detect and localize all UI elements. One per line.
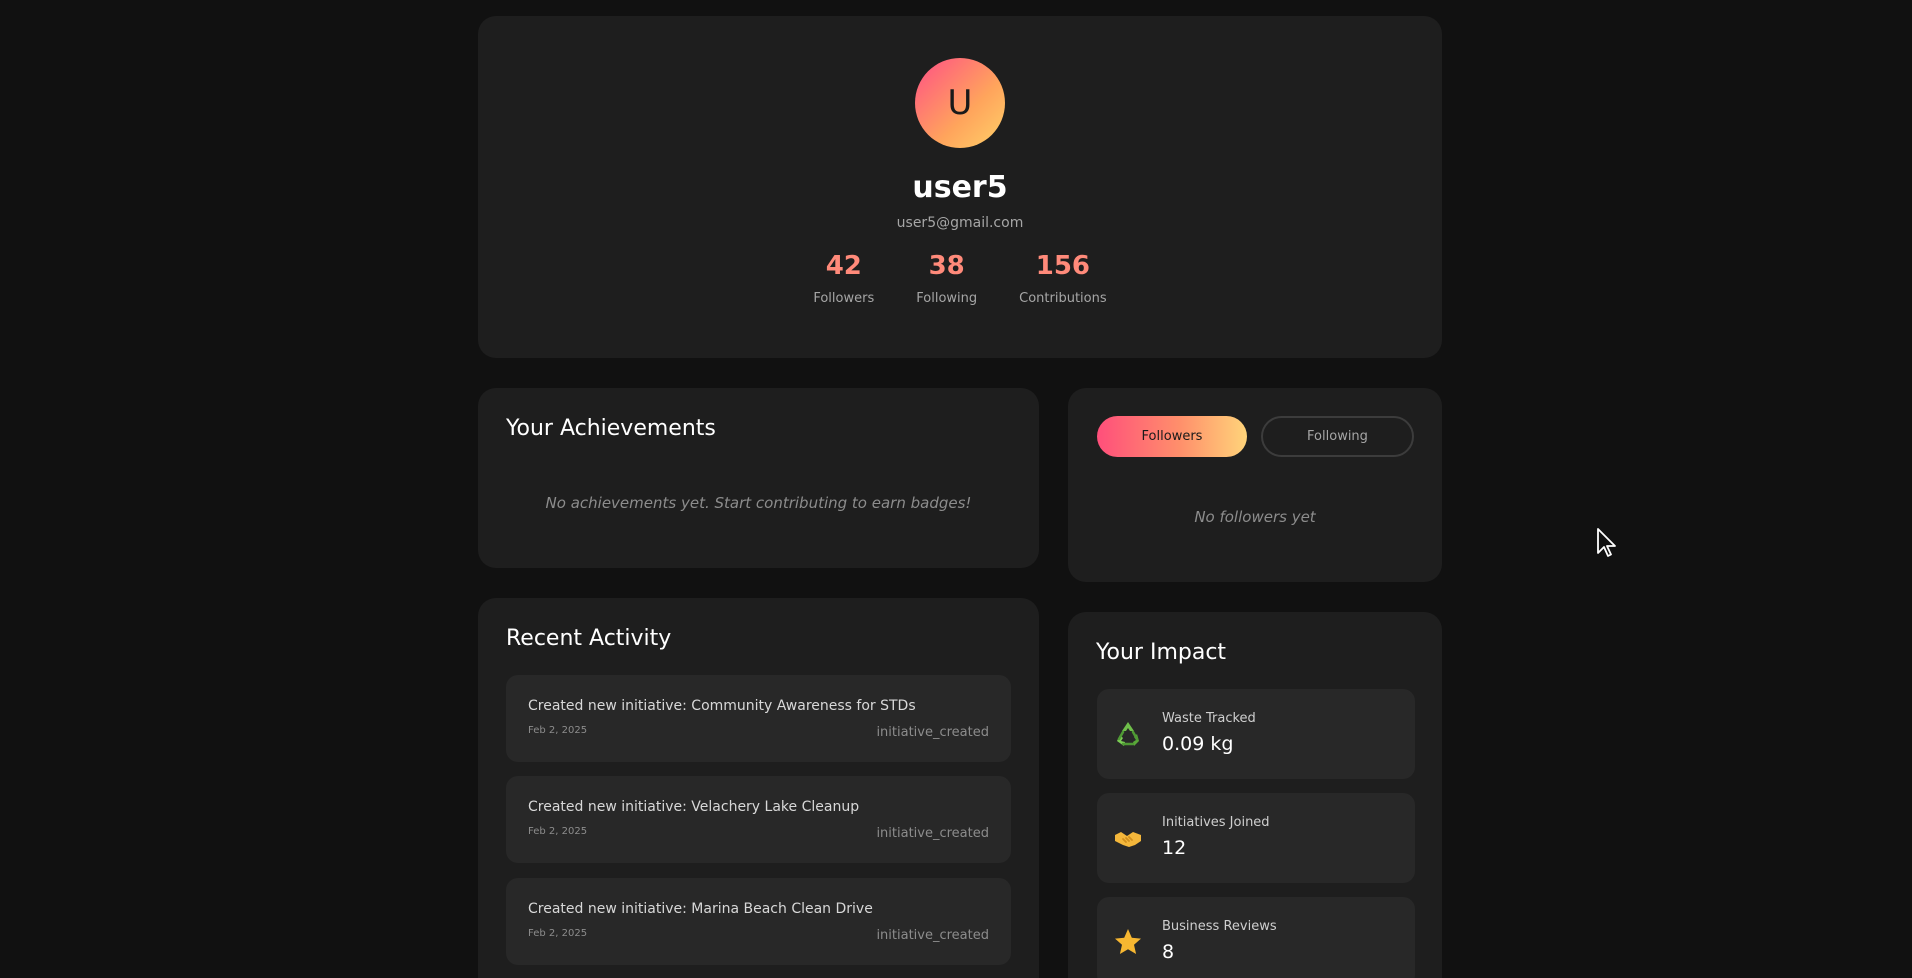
activity-type: initiative_created: [876, 725, 989, 740]
impact-item-initiatives: Initiatives Joined 12: [1097, 793, 1415, 883]
achievements-empty-message: No achievements yet. Start contributing …: [545, 494, 972, 512]
profile-page: U user5 user5@gmail.com 42 Followers 38 …: [0, 0, 1912, 978]
stat-followers[interactable]: 42 Followers: [813, 251, 874, 306]
mouse-cursor-icon: [1597, 528, 1616, 557]
impact-item-waste: Waste Tracked 0.09 kg: [1097, 689, 1415, 779]
impact-label: Initiatives Joined: [1162, 815, 1270, 830]
impact-value: 12: [1162, 837, 1187, 859]
activity-type: initiative_created: [876, 928, 989, 943]
activity-item[interactable]: Created new initiative: Marina Beach Cle…: [506, 878, 1011, 965]
activity-item[interactable]: Created new initiative: Velachery Lake C…: [506, 776, 1011, 863]
activity-text: Created new initiative: Marina Beach Cle…: [528, 901, 873, 917]
tab-followers[interactable]: Followers: [1097, 416, 1247, 457]
activity-date: Feb 2, 2025: [528, 928, 588, 939]
activity-item[interactable]: Created new initiative: Community Awaren…: [506, 675, 1011, 762]
achievements-card: Your Achievements No achievements yet. S…: [478, 388, 1039, 568]
avatar: U: [915, 58, 1005, 148]
profile-card: U user5 user5@gmail.com 42 Followers 38 …: [478, 16, 1442, 358]
impact-label: Business Reviews: [1162, 919, 1277, 934]
stat-contributions: 156 Contributions: [1019, 251, 1107, 306]
tab-following[interactable]: Following: [1261, 416, 1414, 457]
impact-label: Waste Tracked: [1162, 711, 1256, 726]
recycle-icon: [1117, 722, 1139, 746]
stat-label: Followers: [813, 291, 875, 306]
activity-text: Created new initiative: Community Awaren…: [528, 698, 916, 714]
impact-card: Your Impact Waste Tracked 0.09 kg Initia…: [1068, 612, 1442, 978]
user-email: user5@gmail.com: [896, 215, 1024, 231]
achievements-title: Your Achievements: [506, 416, 716, 441]
impact-title: Your Impact: [1096, 640, 1227, 665]
stat-value: 156: [1035, 251, 1091, 281]
activity-type: initiative_created: [876, 826, 989, 841]
star-icon: [1115, 929, 1141, 954]
followers-card: Followers Following No followers yet: [1068, 388, 1442, 582]
impact-item-reviews: Business Reviews 8: [1097, 897, 1415, 978]
stat-following[interactable]: 38 Following: [916, 251, 977, 306]
recent-activity-card: Recent Activity Created new initiative: …: [478, 598, 1039, 978]
activity-text: Created new initiative: Velachery Lake C…: [528, 799, 860, 815]
stat-label: Following: [916, 291, 978, 306]
activity-date: Feb 2, 2025: [528, 725, 588, 736]
activity-date: Feb 2, 2025: [528, 826, 588, 837]
recent-activity-title: Recent Activity: [506, 626, 672, 651]
impact-value: 8: [1162, 941, 1175, 963]
followers-empty-message: No followers yet: [1194, 508, 1316, 526]
stat-label: Contributions: [1019, 291, 1107, 306]
impact-value: 0.09 kg: [1162, 733, 1234, 755]
username: user5: [912, 170, 1008, 205]
stat-value: 38: [928, 251, 965, 281]
stat-value: 42: [825, 251, 862, 281]
profile-stats: 42 Followers 38 Following 156 Contributi…: [813, 251, 1106, 306]
handshake-icon: [1115, 832, 1141, 847]
